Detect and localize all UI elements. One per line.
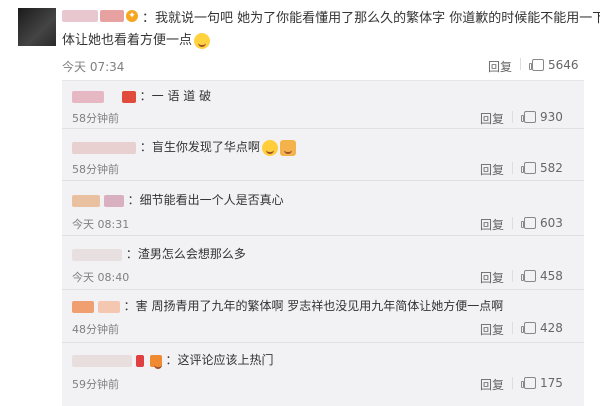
like-count: 930 bbox=[540, 110, 563, 124]
blurred-name bbox=[135, 354, 144, 367]
blurred-name bbox=[103, 194, 124, 207]
reply-content: ：盲生你发现了华点啊 bbox=[72, 139, 296, 156]
thumbs-up-icon bbox=[521, 217, 536, 229]
blurred-name bbox=[72, 300, 94, 313]
thumbs-up-icon bbox=[521, 270, 536, 282]
like-count: 5646 bbox=[548, 58, 579, 72]
avatar[interactable] bbox=[18, 8, 56, 46]
reply-button[interactable]: 回复 bbox=[480, 321, 504, 338]
divider bbox=[62, 180, 584, 181]
like-button[interactable]: 582 bbox=[521, 161, 563, 175]
reply-time: 48分钟前 bbox=[72, 323, 119, 336]
reply-button[interactable]: 回复 bbox=[488, 58, 512, 75]
reply-text: ：细节能看出一个人是否真心 bbox=[127, 193, 284, 207]
reply-button[interactable]: 回复 bbox=[480, 110, 504, 127]
reply-text: ：渣男怎么会想那么多 bbox=[125, 247, 246, 261]
reply-item: ：这评论应该上热门 59分钟前 回复 175 bbox=[62, 343, 584, 403]
like-count: 458 bbox=[540, 269, 563, 283]
thumbs-up-emoji-icon bbox=[279, 139, 296, 156]
reply-button[interactable]: 回复 bbox=[480, 161, 504, 178]
thumbs-up-icon bbox=[521, 322, 536, 334]
thumbs-up-icon bbox=[521, 377, 536, 389]
divider bbox=[520, 58, 521, 70]
divider bbox=[62, 235, 584, 236]
divider bbox=[62, 289, 584, 290]
divider bbox=[512, 377, 513, 389]
thumbs-up-icon bbox=[529, 59, 544, 71]
reply-item: ：一 语 道 破 58分钟前 回复 930 bbox=[62, 81, 584, 129]
divider bbox=[512, 322, 513, 334]
like-button[interactable]: 175 bbox=[521, 376, 563, 390]
reply-button[interactable]: 回复 bbox=[480, 269, 504, 286]
reply-item: ：细节能看出一个人是否真心 今天 08:31 回复 603 bbox=[62, 183, 584, 236]
reply-time: 58分钟前 bbox=[72, 112, 119, 125]
reply-item: ：害 周扬青用了九年的繁体啊 罗志祥也没见用九年简体让她方便一点啊 48分钟前 … bbox=[62, 291, 584, 343]
smile-emoji-icon bbox=[194, 32, 211, 49]
cat-emoji-icon bbox=[261, 139, 278, 156]
like-button[interactable]: 428 bbox=[521, 321, 563, 335]
divider bbox=[512, 270, 513, 282]
reply-button[interactable]: 回复 bbox=[480, 216, 504, 233]
blurred-name-part bbox=[100, 10, 124, 22]
divider bbox=[512, 111, 513, 123]
like-count: 175 bbox=[540, 376, 563, 390]
reply-time: 59分钟前 bbox=[72, 378, 119, 391]
replies-panel: ：一 语 道 破 58分钟前 回复 930 ：盲生你发现了华点啊 58分钟前 回… bbox=[62, 80, 584, 406]
comment-time: 今天 07:34 bbox=[62, 60, 125, 74]
reply-time: 58分钟前 bbox=[72, 163, 119, 176]
blurred-name bbox=[72, 141, 136, 154]
like-button[interactable]: 5646 bbox=[529, 58, 579, 72]
like-button[interactable]: 603 bbox=[521, 216, 563, 230]
blurred-name bbox=[97, 300, 120, 313]
comment-text-line1: ：我就说一句吧 她为了你能看懂用了那么久的繁体字 你道歉的时候能不能用一下简 bbox=[142, 11, 600, 26]
like-count: 603 bbox=[540, 216, 563, 230]
divider bbox=[512, 162, 513, 174]
badge-icon bbox=[149, 354, 162, 369]
blurred-name bbox=[121, 90, 136, 103]
reply-text: ：一 语 道 破 bbox=[139, 89, 212, 103]
reply-content: ：这评论应该上热门 bbox=[72, 352, 274, 369]
reply-text: ：害 周扬青用了九年的繁体啊 罗志祥也没见用九年简体让她方便一点啊 bbox=[123, 299, 504, 313]
divider bbox=[512, 217, 513, 229]
like-count: 582 bbox=[540, 161, 563, 175]
reply-content: ：害 周扬青用了九年的繁体啊 罗志祥也没见用九年简体让她方便一点啊 bbox=[72, 298, 503, 314]
reply-time: 今天 08:40 bbox=[72, 271, 130, 284]
reply-text: ：盲生你发现了华点啊 bbox=[139, 140, 260, 154]
comment-meta: 今天 07:34 回复 5646 bbox=[62, 58, 582, 75]
like-button[interactable]: 458 bbox=[521, 269, 563, 283]
comment-text-line2: 体让她也看着方便一点 bbox=[62, 33, 193, 48]
reply-content: ：细节能看出一个人是否真心 bbox=[72, 192, 284, 208]
reply-item: ：渣男怎么会想那么多 今天 08:40 回复 458 bbox=[62, 237, 584, 290]
divider bbox=[62, 128, 584, 129]
reply-text: ：这评论应该上热门 bbox=[165, 353, 274, 367]
thumbs-up-icon bbox=[521, 162, 536, 174]
reply-button[interactable]: 回复 bbox=[480, 376, 504, 393]
like-count: 428 bbox=[540, 321, 563, 335]
username[interactable]: ✦ bbox=[62, 10, 138, 22]
vip-badge-icon: ✦ bbox=[126, 10, 138, 22]
main-comment: ✦ ：我就说一句吧 她为了你能看懂用了那么久的繁体字 你道歉的时候能不能用一下简… bbox=[62, 8, 600, 52]
blurred-name-part bbox=[62, 10, 98, 22]
blurred-name bbox=[72, 90, 104, 103]
thumbs-up-icon bbox=[521, 111, 536, 123]
reply-time: 今天 08:31 bbox=[72, 218, 130, 231]
blurred-name bbox=[72, 194, 100, 207]
blurred-name bbox=[72, 248, 122, 261]
reply-content: ：渣男怎么会想那么多 bbox=[72, 246, 246, 262]
like-button[interactable]: 930 bbox=[521, 110, 563, 124]
reply-item: ：盲生你发现了华点啊 58分钟前 回复 582 bbox=[62, 132, 584, 181]
blurred-name bbox=[72, 354, 132, 367]
reply-content: ：一 语 道 破 bbox=[72, 88, 211, 104]
